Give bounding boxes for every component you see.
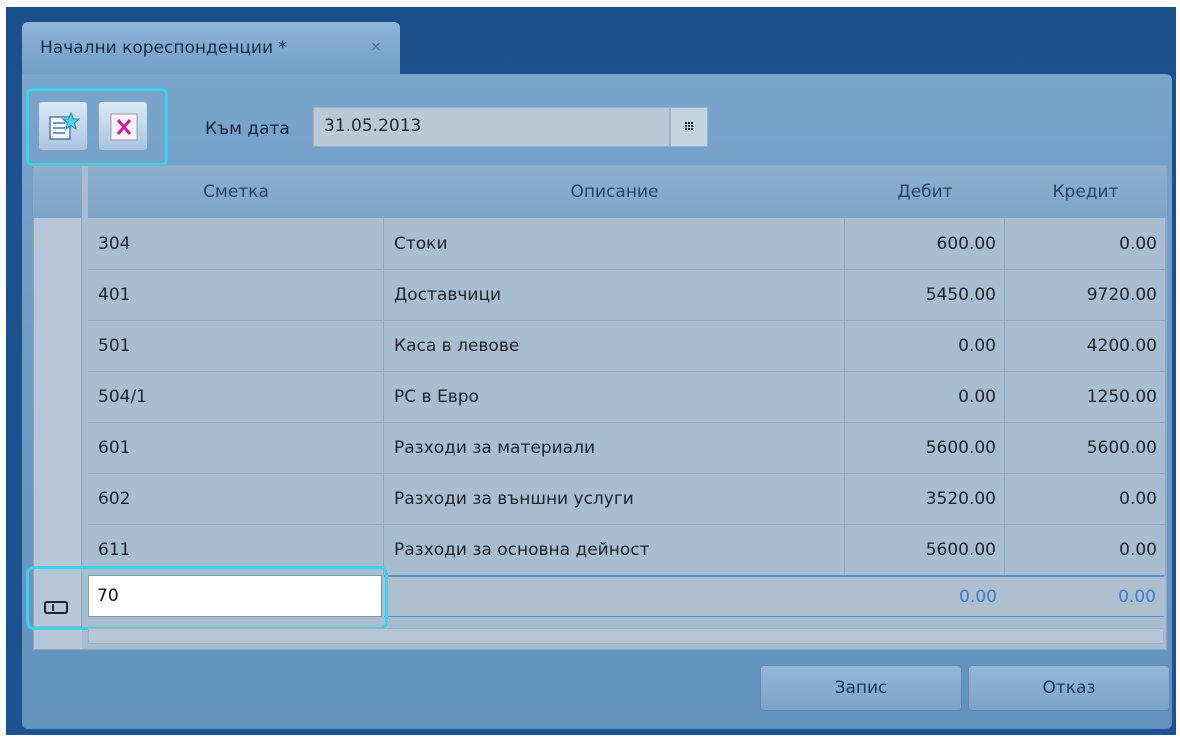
account-cell[interactable]: 602 (88, 473, 384, 525)
credit-cell[interactable]: 5600.00 (1005, 422, 1166, 474)
row-header[interactable] (34, 269, 82, 321)
new-row-credit-cell[interactable]: 0.00 (1005, 575, 1164, 617)
row-header[interactable] (34, 371, 82, 423)
debit-cell[interactable]: 5600.00 (845, 524, 1005, 576)
credit-cell[interactable]: 0.00 (1005, 218, 1166, 270)
account-cell[interactable]: 611 (88, 524, 384, 576)
credit-cell[interactable]: 0.00 (1005, 524, 1166, 576)
description-cell[interactable]: Разходи за външни услуги (384, 473, 845, 525)
credit-cell[interactable]: 4200.00 (1005, 320, 1166, 372)
cancel-button[interactable]: Отказ (968, 665, 1170, 711)
calendar-icon (685, 122, 693, 130)
column-header-credit[interactable]: Кредит (1005, 166, 1166, 218)
credit-cell[interactable]: 9720.00 (1005, 269, 1166, 321)
tab-initial-correspondences[interactable]: Начални кореспонденции * ⨯ (22, 22, 400, 78)
description-cell[interactable]: Доставчици (384, 269, 845, 321)
row-header[interactable] (34, 218, 82, 270)
account-cell[interactable]: 401 (88, 269, 384, 321)
debit-cell[interactable]: 5600.00 (845, 422, 1005, 474)
column-header-debit[interactable]: Дебит (845, 166, 1005, 218)
account-cell[interactable]: 304 (88, 218, 384, 270)
grid-corner (34, 166, 82, 218)
tab-title: Начални кореспонденции * (40, 38, 287, 58)
row-header[interactable] (34, 473, 82, 525)
account-cell[interactable]: 504/1 (88, 371, 384, 423)
debit-cell[interactable]: 600.00 (845, 218, 1005, 270)
row-header[interactable] (34, 320, 82, 372)
new-row-header (34, 565, 82, 627)
new-row-debit-cell[interactable]: 0.00 (845, 575, 1005, 617)
calendar-button[interactable] (670, 107, 708, 147)
account-cell[interactable]: 601 (88, 422, 384, 474)
credit-cell[interactable]: 0.00 (1005, 473, 1166, 525)
debit-cell[interactable]: 0.00 (845, 320, 1005, 372)
delete-row-icon (110, 113, 138, 141)
account-edit-input[interactable]: 70 (88, 575, 382, 617)
column-header-description[interactable]: Описание (384, 166, 845, 218)
date-label: Към дата (205, 119, 290, 139)
row-header[interactable] (34, 422, 82, 474)
add-row-button[interactable] (38, 101, 88, 151)
date-field[interactable]: 31.05.2013 (313, 107, 670, 147)
account-cell[interactable]: 501 (88, 320, 384, 372)
tab-close-icon[interactable]: ⨯ (370, 39, 382, 55)
description-cell[interactable]: Разходи за материали (384, 422, 845, 474)
horizontal-scrollbar[interactable] (88, 628, 1164, 644)
description-cell[interactable]: Разходи за основна дейност (384, 524, 845, 576)
debit-cell[interactable]: 5450.00 (845, 269, 1005, 321)
add-row-icon (49, 111, 80, 140)
description-cell[interactable]: РС в Евро (384, 371, 845, 423)
new-row-description-cell[interactable] (384, 575, 845, 617)
debit-cell[interactable]: 0.00 (845, 371, 1005, 423)
description-cell[interactable]: Каса в левове (384, 320, 845, 372)
column-header-account[interactable]: Сметка (88, 166, 384, 218)
debit-cell[interactable]: 3520.00 (845, 473, 1005, 525)
credit-cell[interactable]: 1250.00 (1005, 371, 1166, 423)
edit-row-icon (44, 601, 68, 614)
save-button[interactable]: Запис (760, 665, 962, 711)
delete-row-button[interactable] (98, 101, 148, 151)
description-cell[interactable]: Стоки (384, 218, 845, 270)
